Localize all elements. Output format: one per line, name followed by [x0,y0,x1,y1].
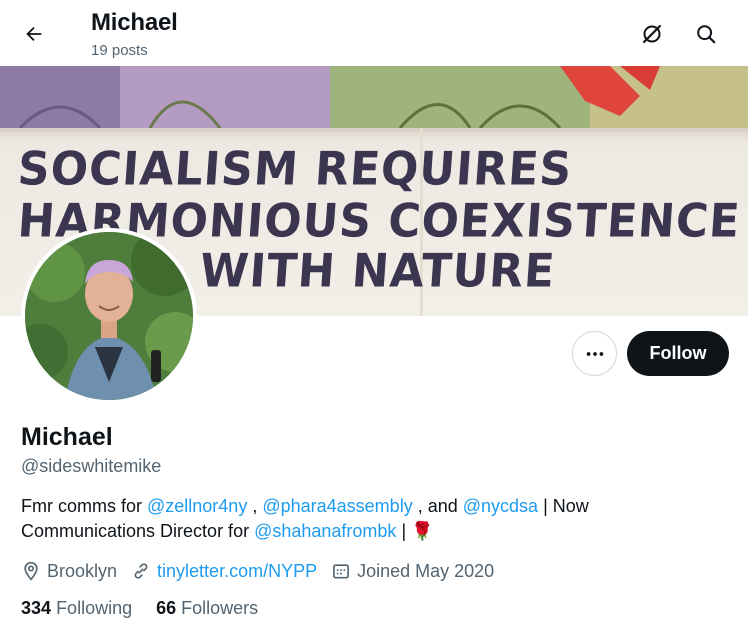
header-title: Michael [91,9,178,36]
followers-count: 66 [156,598,177,618]
avatar-photo [25,232,193,400]
follow-button[interactable]: Follow [627,331,729,376]
profile-stats: 334 Following 66 Followers [21,598,282,619]
bio-text: , and [412,496,463,516]
banner-line-1: SOCIALISM REQUIRES [16,142,574,197]
banner-line-3: WITH NATURE [198,244,558,299]
grok-button[interactable] [632,14,672,54]
profile-handle: @sideswhitemike [21,456,162,476]
bio-text: | [396,521,412,541]
back-button[interactable] [14,14,54,54]
following-label: Following [56,598,133,618]
followers-link[interactable]: 66 Followers [156,598,258,619]
profile-avatar[interactable] [21,228,197,404]
search-button[interactable] [686,14,726,54]
profile-header-bar: Michael 19 posts [0,0,748,66]
mention-link[interactable]: @phara4assembly [262,496,412,516]
post-count: 19 posts [91,42,148,59]
mention-link[interactable]: @shahanafrombk [254,521,396,541]
website-item: tinyletter.com/NYPP [131,561,317,582]
search-icon [697,25,716,44]
following-count: 334 [21,598,52,618]
arrow-left-icon [26,26,42,42]
profile-name: Michael [21,423,113,451]
bio-text: Fmr comms for [21,496,147,516]
profile-meta: Brooklyn tinyletter.com/NYPP Joined May … [21,559,508,583]
joined-item: Joined May 2020 [331,561,494,582]
profile-bio: Fmr comms for @zellnor4ny , @phara4assem… [21,494,721,544]
mention-link[interactable]: @nycdsa [463,496,538,516]
link-icon [134,563,148,579]
location-item: Brooklyn [21,561,117,582]
following-link[interactable]: 334 Following [21,598,132,619]
location-text: Brooklyn [47,560,118,581]
location-pin-icon [24,561,38,581]
rose-emoji: 🌹 [411,521,434,541]
mention-link[interactable]: @zellnor4ny [147,496,247,516]
website-link[interactable]: tinyletter.com/NYPP [157,561,317,582]
joined-text: Joined May 2020 [357,560,495,581]
calendar-icon [333,564,350,579]
grok-icon [642,24,662,44]
followers-label: Followers [181,598,259,618]
bio-text: , [247,496,263,516]
more-dots-icon [586,351,603,356]
more-options-button[interactable] [572,331,617,376]
